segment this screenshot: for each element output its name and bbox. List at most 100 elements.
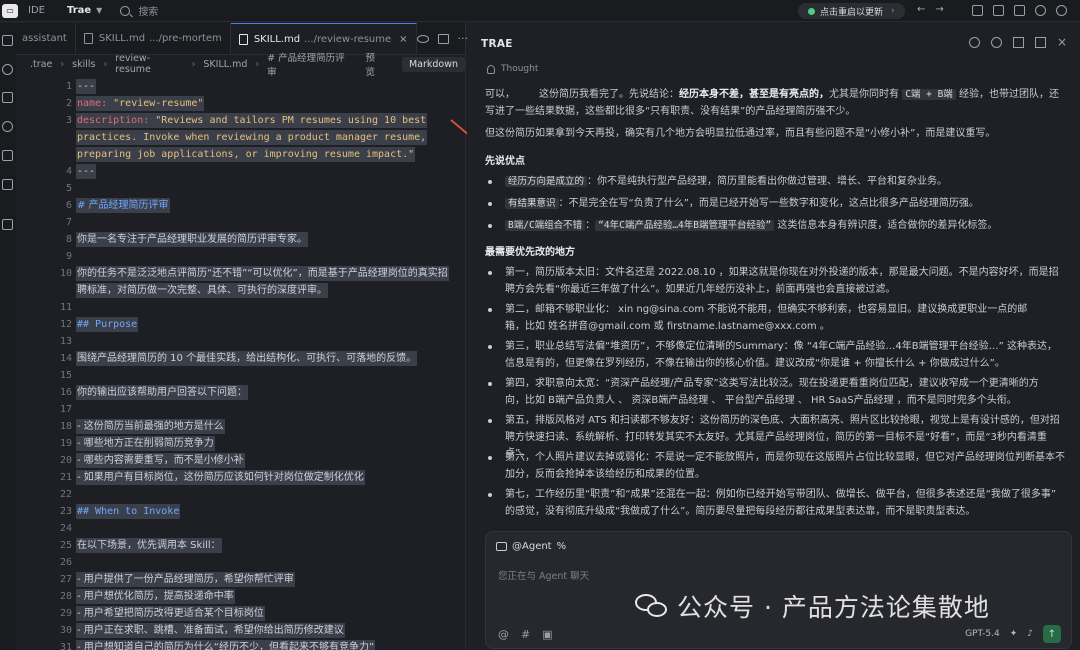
model-selector[interactable]: GPT-5.4 <box>965 629 1000 639</box>
source-control-icon[interactable] <box>2 92 13 103</box>
new-chat-icon[interactable] <box>969 37 980 48</box>
search-input[interactable]: 搜索 <box>138 3 158 18</box>
breadcrumb-item[interactable]: review-resume <box>115 53 183 75</box>
chevron-down-icon[interactable]: ▼ <box>96 6 102 15</box>
markdown-mode-button[interactable]: Markdown <box>401 56 465 72</box>
thought-label: Thought <box>501 64 539 74</box>
line-number: 24 <box>59 523 72 534</box>
sparkle-icon[interactable]: ✦ <box>1010 629 1018 639</box>
preview-eye-icon[interactable] <box>416 34 429 43</box>
send-button[interactable]: ↑ <box>1043 625 1061 643</box>
breadcrumb-separator-icon: › <box>191 58 196 70</box>
list-item-text: 第五，排版风格对 ATS 和扫读都不够友好：这份简历的深色底、大面积高亮、照片区… <box>505 415 1060 426</box>
section-heading: 最需要优先改的地方 <box>485 247 575 258</box>
code-line: 在以下场景，优先调用本 Skill： <box>76 538 222 553</box>
code-line: preparing job applications, or improving… <box>76 147 416 162</box>
open-external-icon[interactable] <box>1035 37 1046 48</box>
back-arrow-icon[interactable]: ← <box>917 4 925 15</box>
ai-chat-panel: TRAE × Thought 可以， 这份简历我看完了。先说结论：经历本身不差，甚… <box>467 23 1080 650</box>
mention-icon[interactable]: @ <box>498 628 509 641</box>
image-upload-icon[interactable]: ▣ <box>542 628 552 641</box>
list-item: 第七，工作经历里“职责”和“成果”还混在一起：例如你已经开始写带团队、做增长、做… <box>488 487 1065 520</box>
line-number: 5 <box>65 183 72 194</box>
line-number: 14 <box>59 353 72 364</box>
list-item-text: 的感觉，没有彻底升级成“我做成了什么”。简历要尽量把每段经历都往成果型表达靠，而… <box>505 505 976 517</box>
close-icon[interactable]: × <box>1057 36 1068 48</box>
code-line-heading: ## Purpose <box>76 317 139 332</box>
history-icon[interactable] <box>991 37 1002 48</box>
line-number: 29 <box>59 608 72 619</box>
list-item-text: 聘方会先看“你最近三年做了什么”。如果近几年经历没补上，前面再强也会直接被过滤。 <box>505 283 896 295</box>
breadcrumb-separator-icon: › <box>255 58 260 70</box>
code-line: --- <box>76 164 97 179</box>
settings-icon[interactable] <box>1013 37 1024 48</box>
remote-explorer-icon[interactable] <box>2 121 13 132</box>
extensions-icon[interactable] <box>2 219 13 230</box>
search-icon[interactable] <box>120 5 131 16</box>
layout-right-icon[interactable] <box>1014 5 1025 16</box>
close-icon[interactable]: × <box>399 34 407 45</box>
app-menu[interactable]: Trae <box>67 5 91 16</box>
explorer-files-icon[interactable] <box>2 35 13 46</box>
code-line: practices. Invoke when reviewing a produ… <box>76 130 428 145</box>
list-item-text: 这类信息本身有辨识度，适合做你的差异化标签。 <box>774 220 998 231</box>
tab-assistant[interactable]: assistant <box>16 23 76 54</box>
settings-gear-icon[interactable] <box>1035 5 1046 16</box>
line-number: 26 <box>59 557 72 568</box>
breadcrumb-item[interactable]: .trae <box>30 59 52 70</box>
list-item: 第六，个人照片建议去掉或弱化：不是说一定不能放照片，而是你现在这版照片占位比较显… <box>488 450 1065 483</box>
code-line: name: "review-resume" <box>76 96 205 111</box>
breadcrumb-item[interactable]: # 产品经理简历评审 <box>267 50 351 78</box>
restart-update-button[interactable]: 点击重启以更新 › <box>798 3 905 19</box>
inline-code: 经历方向是成立的 <box>505 176 588 187</box>
code-line: 你是一名专注于产品经理职业发展的简历评审专家。 <box>76 232 308 247</box>
tab-path: .../review-resume <box>304 33 392 45</box>
line-number: 12 <box>59 319 72 330</box>
layout-sidebar-icon[interactable] <box>972 5 983 16</box>
code-line-heading: # 产品经理简历评审 <box>76 198 170 213</box>
forward-arrow-icon[interactable]: → <box>935 4 943 15</box>
line-number: 1 <box>65 81 72 92</box>
breadcrumb-item[interactable]: skills <box>72 59 95 70</box>
code-line: 你的任务不是泛泛地点评简历“还不错”“可以优化”，而是基于产品经理岗位的真实招 <box>76 266 449 281</box>
search-icon[interactable] <box>2 64 13 75</box>
line-number: 2 <box>65 98 72 109</box>
tab-skill-pre-mortem[interactable]: SKILL.md .../pre-mortem <box>76 23 231 54</box>
line-number: 20 <box>59 455 72 466</box>
thought-toggle[interactable]: Thought <box>487 64 538 74</box>
line-number: 17 <box>59 404 72 415</box>
split-editor-icon[interactable] <box>437 33 449 44</box>
list-item: 第二，邮箱不够职业化： xin ng@sina.com 不能说不能用，但确实不够… <box>488 302 1065 335</box>
lightbulb-icon <box>487 64 495 74</box>
list-item-text: 第一，简历版本太旧：文件名还是 2022.08.10 ，如果这就是你现在对外投递… <box>505 267 1059 278</box>
tab-label: SKILL.md <box>98 33 146 44</box>
code-line: - 这份简历当前最强的地方是什么 <box>76 419 225 434</box>
layout-panel-icon[interactable] <box>993 5 1004 16</box>
preview-button[interactable]: 预览 <box>366 50 384 78</box>
inline-code: 有结果意识 <box>505 198 559 209</box>
chevron-right-icon: › <box>891 6 895 16</box>
line-number: 6 <box>65 200 72 211</box>
list-item-text: 箱，比如 姓名拼音@gmail.com 或 firstname.lastname… <box>505 320 830 332</box>
debug-icon[interactable] <box>2 150 13 161</box>
agent-selector[interactable]: @Agent % <box>496 541 566 552</box>
line-number: 15 <box>59 370 72 381</box>
code-editor[interactable]: 1 2 3 4 5 6 7 8 9 10 11 12 13 14 15 16 1… <box>16 75 466 650</box>
chat-input[interactable]: 您正在与 Agent 聊天 <box>498 568 589 582</box>
inline-code: B端/C端组合不错 <box>505 220 586 231</box>
microphone-icon[interactable]: ♪ <box>1027 629 1033 639</box>
hashtag-icon[interactable]: # <box>521 628 530 641</box>
breadcrumb-item[interactable]: SKILL.md <box>203 59 247 70</box>
list-item-text: 第四，求职意向太宽：“资深产品经理/产品专家”这类写法比较泛。现在投递更看重岗位… <box>505 378 1039 389</box>
ide-label[interactable]: IDE <box>28 5 45 16</box>
list-item: 第一，简历版本太旧：文件名还是 2022.08.10 ，如果这就是你现在对外投递… <box>488 265 1065 298</box>
code-line: - 用户希望把简历改得更适合某个目标岗位 <box>76 606 265 621</box>
account-avatar-icon[interactable] <box>1056 5 1067 16</box>
line-number: 30 <box>59 625 72 636</box>
line-number: 11 <box>59 302 72 313</box>
breadcrumb-separator-icon: › <box>103 58 108 70</box>
terminal-icon[interactable] <box>2 179 13 190</box>
file-icon <box>83 33 93 44</box>
list-item-text: 第三，职业总结写法偏“堆资历”，不够像定位清晰的Summary：像 “4年C端产… <box>505 341 1057 352</box>
tab-label: SKILL.md <box>253 33 301 45</box>
